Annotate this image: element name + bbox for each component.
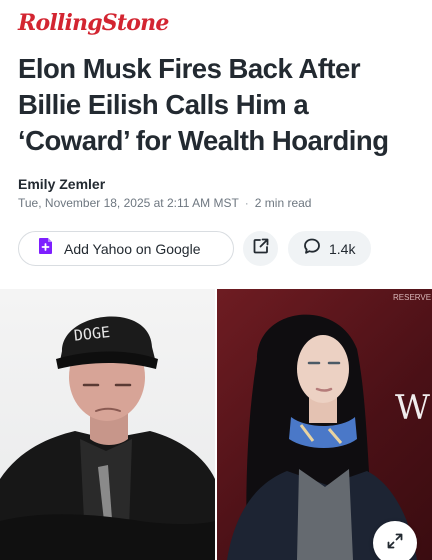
- share-button[interactable]: [243, 231, 278, 266]
- expand-image-button[interactable]: [373, 521, 417, 560]
- add-yahoo-on-google-button[interactable]: Add Yahoo on Google: [18, 231, 234, 266]
- backdrop-wsj-text: WSJ: [395, 388, 432, 428]
- comment-bubble-icon: [303, 237, 321, 260]
- headline-line: ‘Coward’ for Wealth Hoarding: [18, 125, 389, 156]
- plus-document-icon: [38, 237, 53, 260]
- comments-button[interactable]: 1.4k: [288, 231, 371, 266]
- publish-date: Tue, November 18, 2025 at 2:11 AM MST: [18, 196, 239, 210]
- add-yahoo-label: Add Yahoo on Google: [64, 240, 201, 257]
- comment-count: 1.4k: [329, 240, 356, 257]
- article-meta: Tue, November 18, 2025 at 2:11 AM MST · …: [18, 196, 311, 210]
- cap-text: DOGE: [73, 323, 111, 345]
- meta-separator: ·: [244, 196, 249, 210]
- expand-arrows-icon: [386, 532, 404, 555]
- elon-musk-photo[interactable]: DOGE: [0, 289, 215, 560]
- rolling-stone-logo[interactable]: RollingStone: [18, 8, 169, 38]
- billie-eilish-photo[interactable]: WSJ RESERVE: [217, 289, 432, 560]
- share-external-icon: [252, 237, 270, 260]
- author-name[interactable]: Emily Zemler: [18, 176, 105, 192]
- article-headline: Elon Musk Fires Back After Billie Eilish…: [18, 51, 423, 159]
- read-time: 2 min read: [254, 196, 312, 210]
- logo-text: RollingStone: [18, 10, 169, 36]
- article-actions: Add Yahoo on Google 1.4k: [18, 231, 371, 266]
- backdrop-small-text: RESERVE: [393, 293, 431, 302]
- headline-line: Elon Musk Fires Back After: [18, 53, 361, 84]
- headline-line: Billie Eilish Calls Him a: [18, 89, 309, 120]
